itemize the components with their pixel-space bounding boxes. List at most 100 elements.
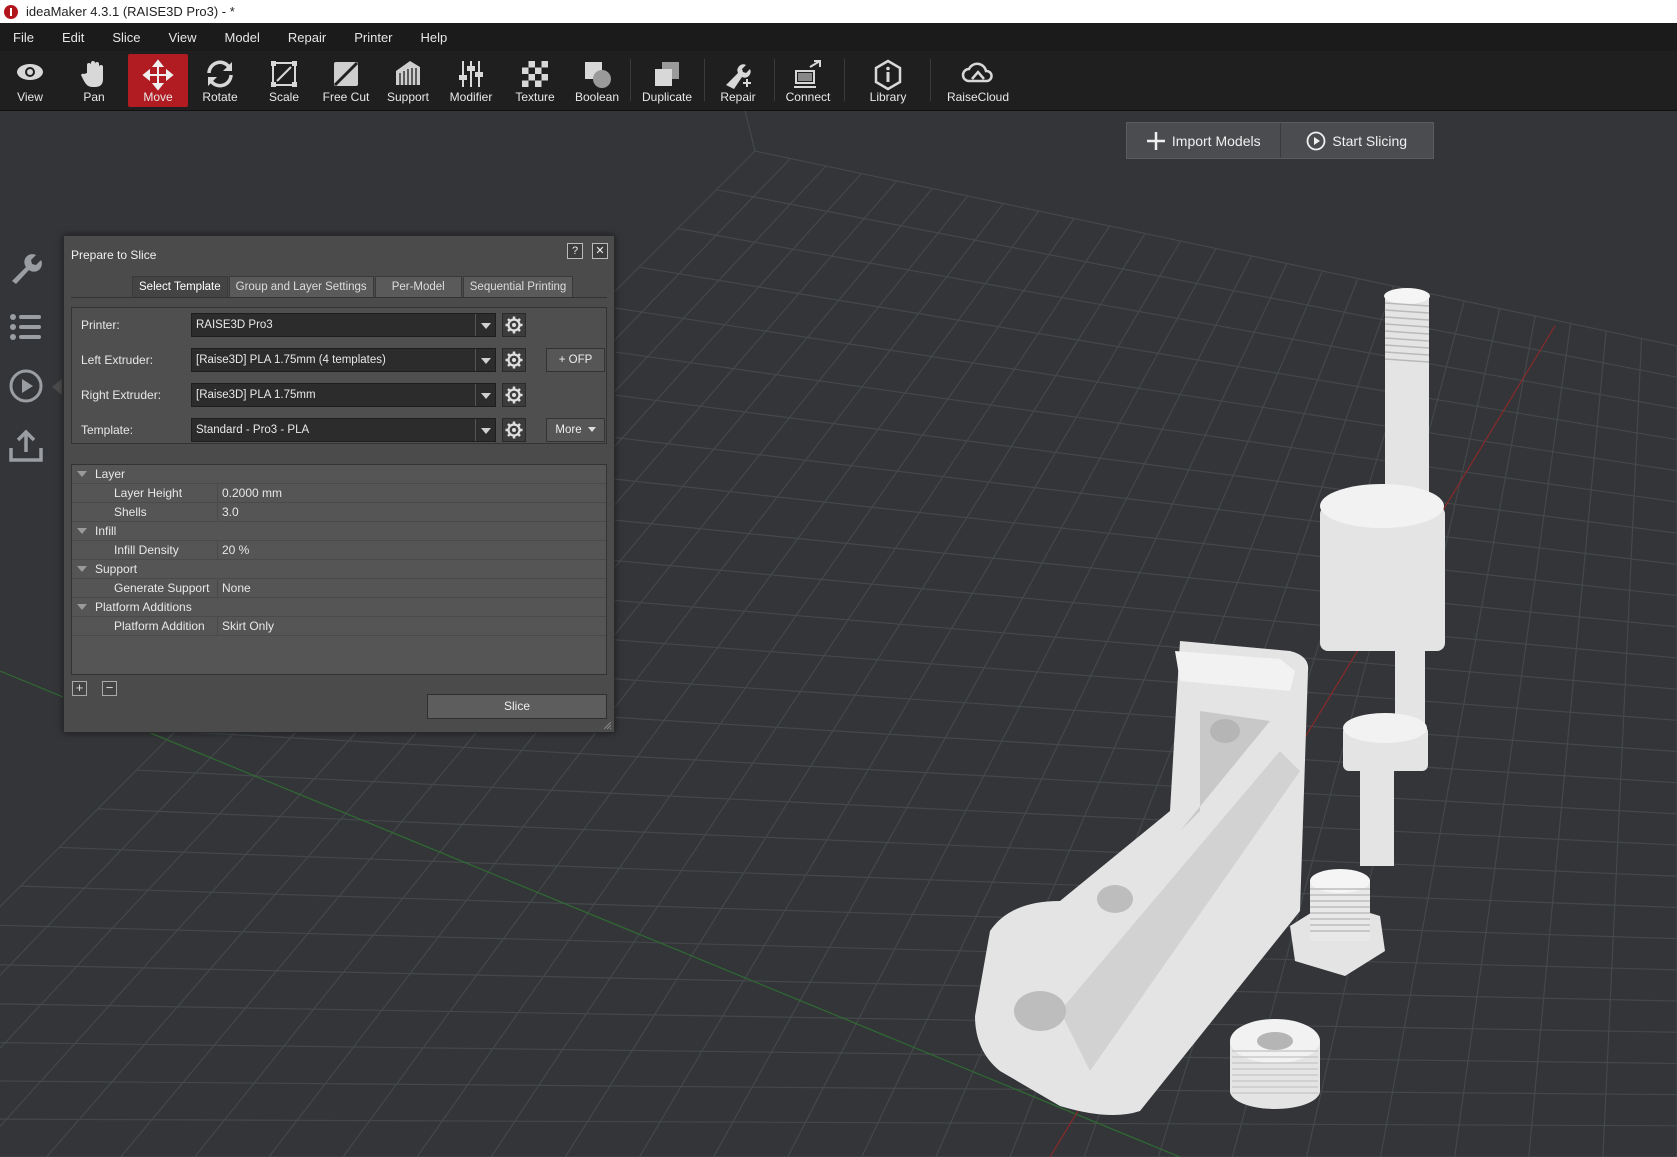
- close-button[interactable]: ✕: [592, 243, 608, 259]
- slice-button[interactable]: Slice: [427, 694, 607, 719]
- setting-label: Infill Density: [114, 543, 179, 557]
- dialog-title: Prepare to Slice: [71, 248, 157, 262]
- add-setting-button[interactable]: +: [72, 681, 87, 696]
- setting-value[interactable]: 20 %: [217, 541, 249, 559]
- tree-section-platform-additions[interactable]: Platform Additions: [72, 598, 606, 617]
- menu-printer[interactable]: Printer: [346, 30, 400, 45]
- grid-line: [0, 1118, 1677, 1127]
- free-cut-tool-button[interactable]: Free Cut: [320, 54, 372, 107]
- template-settings-button[interactable]: [502, 418, 526, 442]
- upload-icon[interactable]: [8, 428, 44, 464]
- tree-row-generate-support[interactable]: Generate Support None: [72, 579, 606, 598]
- connect-tool-button[interactable]: Connect: [784, 54, 832, 107]
- tab-select-template[interactable]: Select Template: [132, 276, 228, 297]
- duplicate-tool-button[interactable]: Duplicate: [640, 54, 694, 107]
- tab-per-model[interactable]: Per-Model: [374, 276, 462, 297]
- resize-grip-icon[interactable]: [602, 720, 612, 730]
- rotate-tool-button[interactable]: Rotate: [198, 54, 242, 107]
- title-bar: ideaMaker 4.3.1 (RAISE3D Pro3) - *: [0, 0, 1677, 23]
- printer-row: Printer: RAISE3D Pro3: [72, 312, 606, 338]
- view-tool-button[interactable]: View: [8, 54, 52, 107]
- raisecloud-tool-button[interactable]: RaiseCloud: [946, 54, 1010, 107]
- template-select[interactable]: Standard - Pro3 - PLA: [191, 418, 496, 442]
- collapse-caret-icon[interactable]: [77, 566, 87, 572]
- right-extruder-settings-button[interactable]: [502, 383, 526, 407]
- tree-row-layer-height[interactable]: Layer Height 0.2000 mm: [72, 484, 606, 503]
- grid-line: [1602, 338, 1643, 1157]
- tree-section-infill[interactable]: Infill: [72, 522, 606, 541]
- texture-tool-button[interactable]: Texture: [510, 54, 560, 107]
- pan-tool-label: Pan: [83, 90, 105, 104]
- texture-tool-label: Texture: [515, 90, 555, 104]
- collar-top: [1343, 713, 1427, 743]
- menu-slice[interactable]: Slice: [104, 30, 148, 45]
- pan-tool-button[interactable]: Pan: [72, 54, 116, 107]
- setting-value[interactable]: 0.2000 mm: [217, 484, 282, 502]
- play-icon[interactable]: [8, 368, 44, 404]
- collapse-caret-icon[interactable]: [77, 528, 87, 534]
- start-slicing-button[interactable]: Start Slicing: [1279, 123, 1434, 158]
- setting-value[interactable]: 3.0: [217, 503, 239, 521]
- section-label: Layer: [95, 467, 126, 481]
- template-form: Printer: RAISE3D Pro3 Left Extruder: [Ra…: [71, 307, 607, 444]
- grid-line: [59, 846, 1677, 909]
- ofp-button[interactable]: + OFP: [546, 348, 605, 372]
- import-models-button[interactable]: Import Models: [1127, 123, 1280, 158]
- tab-sequential-printing[interactable]: Sequential Printing: [462, 276, 574, 297]
- wrench-icon[interactable]: [8, 249, 44, 285]
- bracket-hole: [1097, 885, 1133, 913]
- section-label: Support: [95, 562, 138, 576]
- tree-section-layer[interactable]: Layer: [72, 465, 606, 484]
- menu-view[interactable]: View: [161, 30, 205, 45]
- scale-icon: [271, 61, 297, 87]
- printer-settings-button[interactable]: [502, 313, 526, 337]
- toolbar-separator: [844, 59, 845, 101]
- printer-select[interactable]: RAISE3D Pro3: [191, 313, 496, 337]
- repair-tool-button[interactable]: Repair: [716, 54, 760, 107]
- nut-bottom: [1230, 1073, 1320, 1109]
- modifier-tool-button[interactable]: Modifier: [448, 54, 494, 107]
- raisecloud-tool-label: RaiseCloud: [946, 90, 1010, 104]
- left-extruder-select[interactable]: [Raise3D] PLA 1.75mm (4 templates): [191, 348, 496, 372]
- support-tool-button[interactable]: Support: [386, 54, 430, 107]
- menu-file[interactable]: File: [5, 30, 42, 45]
- support-icon: [396, 61, 420, 85]
- setting-value[interactable]: Skirt Only: [217, 617, 274, 635]
- tab-group-and-layer-settings[interactable]: Group and Layer Settings: [228, 276, 374, 297]
- list-icon[interactable]: [8, 309, 44, 345]
- gear-icon: [505, 351, 523, 369]
- grid-line: [1528, 330, 1607, 1157]
- setting-value[interactable]: None: [217, 579, 251, 597]
- collapse-caret-icon[interactable]: [77, 471, 87, 477]
- menu-edit[interactable]: Edit: [54, 30, 92, 45]
- boolean-icon: [585, 62, 611, 88]
- more-button[interactable]: More: [546, 418, 605, 442]
- menu-help[interactable]: Help: [413, 30, 456, 45]
- help-button[interactable]: ?: [567, 243, 583, 259]
- settings-tree: Layer Layer Height 0.2000 mm Shells 3.0 In…: [71, 464, 607, 675]
- scale-tool-button[interactable]: Scale: [262, 54, 306, 107]
- move-tool-button[interactable]: Move: [128, 54, 188, 107]
- menu-repair[interactable]: Repair: [280, 30, 334, 45]
- library-tool-button[interactable]: Library: [866, 54, 910, 107]
- main-toolbar: View Pan Move Rotate Scale Free Cut Supp…: [0, 51, 1677, 111]
- support-tool-label: Support: [386, 90, 430, 104]
- pan-icon: [81, 61, 103, 87]
- tree-row-shells[interactable]: Shells 3.0: [72, 503, 606, 522]
- rotate-tool-label: Rotate: [202, 90, 238, 104]
- x-axis-line: [0, 670, 1181, 1157]
- boolean-tool-button[interactable]: Boolean: [573, 54, 621, 107]
- tree-row-infill-density[interactable]: Infill Density 20 %: [72, 541, 606, 560]
- collapse-caret-icon[interactable]: [77, 604, 87, 610]
- left-extruder-settings-button[interactable]: [502, 348, 526, 372]
- modifier-tool-label: Modifier: [449, 90, 493, 104]
- more-button-label: More: [555, 424, 582, 436]
- connect-icon: [794, 60, 821, 88]
- menu-model[interactable]: Model: [217, 30, 268, 45]
- tree-row-platform-addition[interactable]: Platform Addition Skirt Only: [72, 617, 606, 636]
- tree-section-support[interactable]: Support: [72, 560, 606, 579]
- grid-line: [744, 111, 756, 152]
- template-label: Template:: [81, 423, 134, 437]
- remove-setting-button[interactable]: −: [102, 681, 117, 696]
- right-extruder-select[interactable]: [Raise3D] PLA 1.75mm: [191, 383, 496, 407]
